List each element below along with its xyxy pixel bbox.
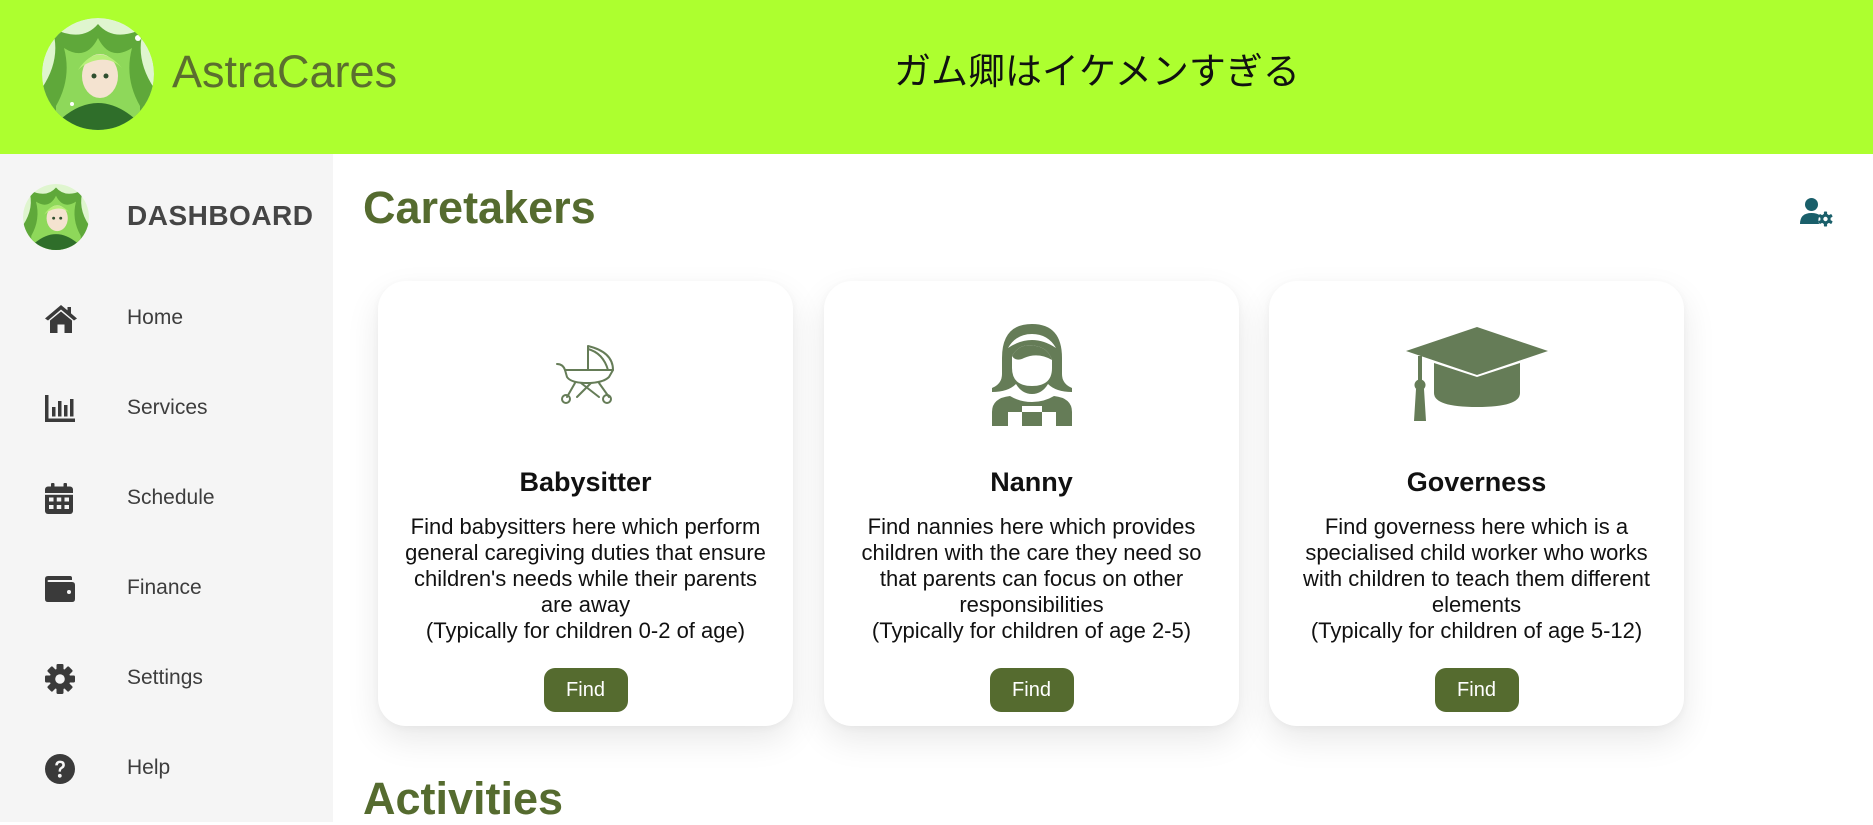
- brand-name: AstraCares: [172, 46, 398, 97]
- card-title: Nanny: [990, 467, 1073, 497]
- caretakers-heading: Caretakers: [363, 182, 596, 233]
- card-age-note: (Typically for children of age 2-5): [871, 618, 1192, 643]
- card-description: Find babysitters here which perform gene…: [396, 514, 775, 644]
- sidebar-item-schedule[interactable]: Schedule: [0, 468, 333, 528]
- card-description: Find governess here which is a specialis…: [1287, 514, 1666, 644]
- card-title: Governess: [1406, 467, 1547, 497]
- activities-heading: Activities: [363, 773, 564, 824]
- graduation-cap-icon: [1269, 319, 1684, 429]
- sidebar-item-label: Home: [127, 306, 184, 329]
- wallet-icon: [44, 573, 76, 605]
- card-title: Babysitter: [519, 467, 652, 497]
- card-description: Find nannies here which provides childre…: [842, 514, 1221, 644]
- card-description-text: Find nannies here which provides childre…: [861, 514, 1202, 617]
- sidebar-item-label: Services: [127, 396, 208, 419]
- card-description-text: Find babysitters here which perform gene…: [405, 514, 766, 617]
- top-banner: AstraCares ガム卿はイケメンすぎる: [0, 0, 1873, 154]
- banner-text: ガム卿はイケメンすぎる: [894, 50, 1300, 93]
- caretaker-card-babysitter: Babysitter Find babysitters here which p…: [378, 281, 793, 726]
- caretaker-card-nanny: Nanny Find nannies here which provides c…: [824, 281, 1239, 726]
- gear-icon: [44, 663, 76, 695]
- caretaker-card-governess: Governess Find governess here which is a…: [1269, 281, 1684, 726]
- home-icon: [44, 303, 77, 335]
- sidebar-title: DASHBOARD: [127, 200, 314, 231]
- sidebar-item-label: Help: [127, 756, 171, 779]
- sidebar-item-help[interactable]: Help: [0, 738, 333, 798]
- sidebar-item-settings[interactable]: Settings: [0, 648, 333, 708]
- card-age-note: (Typically for children 0-2 of age): [425, 618, 746, 643]
- calendar-icon: [44, 483, 76, 515]
- user-settings-icon[interactable]: [1800, 197, 1836, 229]
- sidebar-item-label: Finance: [127, 576, 202, 599]
- chart-icon: [44, 393, 76, 425]
- find-governess-button[interactable]: Find: [1434, 668, 1519, 712]
- find-nanny-button[interactable]: Find: [989, 668, 1074, 712]
- sidebar-item-finance[interactable]: Finance: [0, 558, 333, 618]
- brand-logo: [42, 18, 154, 130]
- find-babysitter-button[interactable]: Find: [543, 668, 628, 712]
- sidebar-item-services[interactable]: Services: [0, 378, 333, 438]
- help-icon: [44, 753, 76, 785]
- sidebar-item-label: Settings: [127, 666, 203, 689]
- sidebar-item-label: Schedule: [127, 486, 215, 509]
- sidebar: DASHBOARD Home Services Schedule Finance…: [0, 154, 333, 822]
- card-age-note: (Typically for children of age 5-12): [1310, 618, 1643, 643]
- baby-carriage-icon: [378, 319, 793, 429]
- user-avatar[interactable]: [23, 184, 89, 250]
- card-description-text: Find governess here which is a specialis…: [1303, 514, 1650, 617]
- sidebar-item-home[interactable]: Home: [0, 288, 333, 348]
- nanny-icon: [824, 319, 1239, 429]
